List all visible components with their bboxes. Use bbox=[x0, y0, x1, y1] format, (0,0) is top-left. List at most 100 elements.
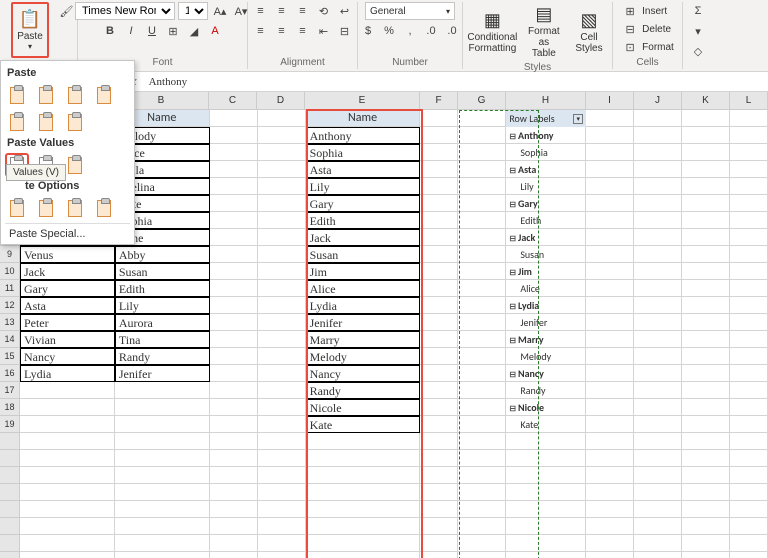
cell-E19[interactable]: Kate bbox=[306, 416, 421, 433]
cell-A21[interactable] bbox=[20, 450, 115, 467]
row-header[interactable]: 10 bbox=[0, 263, 20, 280]
cell-F2[interactable] bbox=[420, 127, 458, 144]
cell-I23[interactable] bbox=[586, 484, 634, 501]
cell-I18[interactable] bbox=[586, 399, 634, 416]
cell-L18[interactable] bbox=[730, 399, 768, 416]
column-header-L[interactable]: L bbox=[730, 92, 768, 110]
cell-G9[interactable] bbox=[458, 246, 506, 263]
cell-D9[interactable] bbox=[258, 246, 306, 263]
cell-D15[interactable] bbox=[258, 348, 306, 365]
column-header-G[interactable]: G bbox=[458, 92, 506, 110]
autosum-icon[interactable]: Σ bbox=[689, 2, 707, 20]
cell-G25[interactable] bbox=[458, 518, 506, 535]
inc-decimal-icon[interactable]: .0 bbox=[422, 22, 440, 40]
cell-B13[interactable]: Aurora bbox=[115, 314, 210, 331]
cell-E16[interactable]: Nancy bbox=[306, 365, 421, 382]
cell-K16[interactable] bbox=[682, 365, 730, 382]
fill-color-button[interactable]: ◢ bbox=[185, 22, 203, 40]
cell-G20[interactable] bbox=[458, 433, 506, 450]
align-left-icon[interactable]: ≡ bbox=[252, 22, 270, 40]
cell-L13[interactable] bbox=[730, 314, 768, 331]
cell-C25[interactable] bbox=[210, 518, 258, 535]
cell-F10[interactable] bbox=[420, 263, 458, 280]
cell-D2[interactable] bbox=[258, 127, 306, 144]
cell-K14[interactable] bbox=[682, 331, 730, 348]
cell-J3[interactable] bbox=[634, 144, 682, 161]
cell-C20[interactable] bbox=[210, 433, 258, 450]
cell-E8[interactable]: Jack bbox=[306, 229, 421, 246]
cell-E15[interactable]: Melody bbox=[306, 348, 421, 365]
cell-H25[interactable] bbox=[506, 518, 586, 535]
cell-I21[interactable] bbox=[586, 450, 634, 467]
cell-E25[interactable] bbox=[306, 518, 421, 535]
cell-A9[interactable]: Venus bbox=[20, 246, 115, 263]
cell-H20[interactable] bbox=[506, 433, 586, 450]
cell-A27[interactable] bbox=[20, 552, 115, 558]
cell-L9[interactable] bbox=[730, 246, 768, 263]
cell-L26[interactable] bbox=[730, 535, 768, 552]
cell-K2[interactable] bbox=[682, 127, 730, 144]
indent-dec-icon[interactable]: ⇤ bbox=[315, 22, 333, 40]
cell-E24[interactable] bbox=[306, 501, 421, 518]
cell-L14[interactable] bbox=[730, 331, 768, 348]
currency-icon[interactable]: $ bbox=[359, 22, 377, 40]
font-name-select[interactable]: Times New Roman bbox=[75, 2, 175, 20]
cell-D18[interactable] bbox=[258, 399, 306, 416]
row-header[interactable] bbox=[0, 518, 20, 535]
cell-A17[interactable] bbox=[20, 382, 115, 399]
paste-button[interactable]: 📋 Paste ▾ bbox=[11, 2, 49, 58]
cell-L21[interactable] bbox=[730, 450, 768, 467]
cell-H24[interactable] bbox=[506, 501, 586, 518]
cell-I9[interactable] bbox=[586, 246, 634, 263]
row-header[interactable]: 9 bbox=[0, 246, 20, 263]
paste-keep-src-icon[interactable] bbox=[92, 83, 116, 107]
cell-B26[interactable] bbox=[115, 535, 210, 552]
cell-L3[interactable] bbox=[730, 144, 768, 161]
cell-H22[interactable] bbox=[506, 467, 586, 484]
cell-C22[interactable] bbox=[210, 467, 258, 484]
cell-D24[interactable] bbox=[258, 501, 306, 518]
cell-L10[interactable] bbox=[730, 263, 768, 280]
row-header[interactable]: 12 bbox=[0, 297, 20, 314]
cell-A14[interactable]: Vivian bbox=[20, 331, 115, 348]
cell-C5[interactable] bbox=[210, 178, 258, 195]
delete-icon[interactable]: ⊟ bbox=[621, 20, 639, 38]
cell-I3[interactable] bbox=[586, 144, 634, 161]
cell-K26[interactable] bbox=[682, 535, 730, 552]
cell-E26[interactable] bbox=[306, 535, 421, 552]
column-header-D[interactable]: D bbox=[257, 92, 305, 110]
cell-C4[interactable] bbox=[210, 161, 258, 178]
cell-E11[interactable]: Alice bbox=[306, 280, 421, 297]
paste-values-srcfmt-icon[interactable] bbox=[63, 153, 87, 177]
cell-K8[interactable] bbox=[682, 229, 730, 246]
cell-J27[interactable] bbox=[634, 552, 682, 558]
cell-I15[interactable] bbox=[586, 348, 634, 365]
cell-J20[interactable] bbox=[634, 433, 682, 450]
row-header[interactable]: 17 bbox=[0, 382, 20, 399]
cell-J21[interactable] bbox=[634, 450, 682, 467]
formula-value[interactable]: Anthony bbox=[145, 76, 768, 88]
cell-C10[interactable] bbox=[210, 263, 258, 280]
cell-K20[interactable] bbox=[682, 433, 730, 450]
cell-D14[interactable] bbox=[258, 331, 306, 348]
paste-transpose-icon[interactable] bbox=[63, 110, 87, 134]
cell-G15[interactable] bbox=[458, 348, 506, 365]
cell-J22[interactable] bbox=[634, 467, 682, 484]
format-label[interactable]: Format bbox=[642, 42, 674, 53]
cell-H15[interactable]: Melody bbox=[506, 348, 586, 365]
cell-E23[interactable] bbox=[306, 484, 421, 501]
cell-B20[interactable] bbox=[115, 433, 210, 450]
cell-B25[interactable] bbox=[115, 518, 210, 535]
cell-F6[interactable] bbox=[420, 195, 458, 212]
cell-C16[interactable] bbox=[210, 365, 258, 382]
cell-F20[interactable] bbox=[420, 433, 458, 450]
cell-H11[interactable]: Alice bbox=[506, 280, 586, 297]
cell-E5[interactable]: Lily bbox=[306, 178, 421, 195]
cell-G3[interactable] bbox=[458, 144, 506, 161]
cell-F18[interactable] bbox=[420, 399, 458, 416]
cell-L8[interactable] bbox=[730, 229, 768, 246]
cell-G7[interactable] bbox=[458, 212, 506, 229]
cell-H4[interactable]: ⊟Asta bbox=[506, 161, 586, 178]
cell-I13[interactable] bbox=[586, 314, 634, 331]
paste-colwidths-icon[interactable] bbox=[34, 110, 58, 134]
